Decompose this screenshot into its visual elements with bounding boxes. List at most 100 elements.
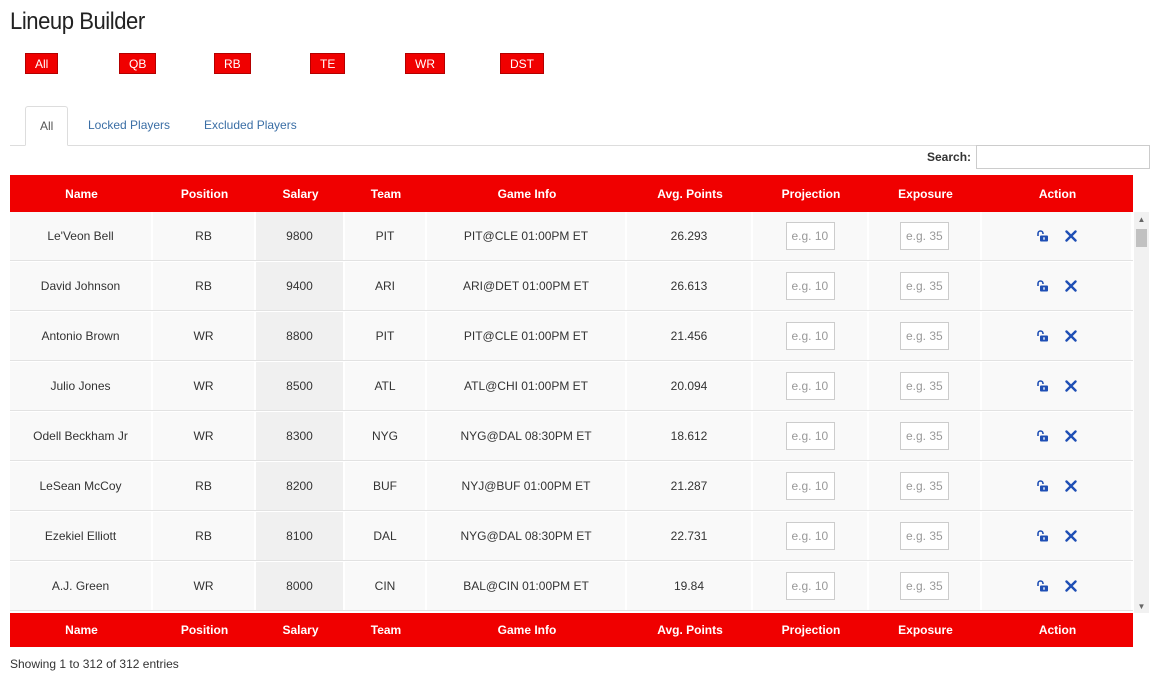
exposure-cell xyxy=(869,462,982,510)
scroll-down-arrow-icon[interactable]: ▼ xyxy=(1134,599,1149,613)
column-header-action[interactable]: Action xyxy=(982,175,1133,212)
column-footer-position[interactable]: Position xyxy=(153,613,256,647)
column-footer-name[interactable]: Name xyxy=(10,613,153,647)
filter-wr-button[interactable]: WR xyxy=(405,53,445,74)
column-header-game-info[interactable]: Game Info xyxy=(427,175,627,212)
lock-icon[interactable] xyxy=(1036,330,1049,342)
exclude-x-icon[interactable] xyxy=(1065,530,1077,542)
exposure-cell xyxy=(869,512,982,560)
filter-te-button[interactable]: TE xyxy=(310,53,346,74)
column-footer-action[interactable]: Action xyxy=(982,613,1133,647)
lock-icon[interactable] xyxy=(1036,380,1049,392)
team-cell: PIT xyxy=(345,312,427,360)
projection-cell xyxy=(753,312,869,360)
lock-icon[interactable] xyxy=(1036,580,1049,592)
action-cell xyxy=(982,412,1133,460)
name-cell: A.J. Green xyxy=(10,562,153,610)
column-header-team[interactable]: Team xyxy=(345,175,427,212)
scroll-thumb[interactable] xyxy=(1136,229,1147,247)
salary-cell: 8500 xyxy=(256,362,345,410)
exposure-input[interactable] xyxy=(900,372,949,400)
avg-cell: 21.287 xyxy=(627,462,753,510)
projection-cell xyxy=(753,212,869,260)
exposure-input[interactable] xyxy=(900,572,949,600)
exposure-input[interactable] xyxy=(900,222,949,250)
salary-cell: 9800 xyxy=(256,212,345,260)
projection-cell xyxy=(753,362,869,410)
projection-input[interactable] xyxy=(785,322,835,350)
team-cell: ATL xyxy=(345,362,427,410)
column-header-name[interactable]: Name xyxy=(10,175,153,212)
exposure-cell xyxy=(869,212,982,260)
table-row: LeSean McCoy RB 8200 BUF NYJ@BUF 01:00PM ET 2… xyxy=(10,462,1133,511)
tab-excluded-players[interactable]: Excluded Players xyxy=(190,106,311,145)
exclude-x-icon[interactable] xyxy=(1065,430,1077,442)
entries-info: Showing 1 to 312 of 312 entries xyxy=(10,657,179,671)
position-cell: RB xyxy=(153,262,256,310)
lock-icon[interactable] xyxy=(1036,530,1049,542)
action-cell xyxy=(982,262,1133,310)
filter-dst-button[interactable]: DST xyxy=(500,53,544,74)
team-cell: NYG xyxy=(345,412,427,460)
salary-cell: 8100 xyxy=(256,512,345,560)
lock-icon[interactable] xyxy=(1036,280,1049,292)
projection-input[interactable] xyxy=(785,222,835,250)
lock-icon[interactable] xyxy=(1036,480,1049,492)
position-cell: RB xyxy=(153,212,256,260)
column-footer-salary[interactable]: Salary xyxy=(256,613,345,647)
projection-input[interactable] xyxy=(785,472,835,500)
column-footer-exposure[interactable]: Exposure xyxy=(869,613,982,647)
action-cell xyxy=(982,362,1133,410)
projection-input[interactable] xyxy=(785,372,835,400)
scroll-up-arrow-icon[interactable]: ▲ xyxy=(1134,212,1149,226)
exclude-x-icon[interactable] xyxy=(1065,580,1077,592)
filter-qb-button[interactable]: QB xyxy=(119,53,157,74)
tab-all[interactable]: All xyxy=(25,106,69,146)
avg-cell: 20.094 xyxy=(627,362,753,410)
position-cell: RB xyxy=(153,462,256,510)
exposure-input[interactable] xyxy=(900,522,949,550)
avg-cell: 26.613 xyxy=(627,262,753,310)
team-cell: BUF xyxy=(345,462,427,510)
table-row: Ezekiel Elliott RB 8100 DAL NYG@DAL 08:30PM … xyxy=(10,512,1133,561)
table-scrollbar[interactable]: ▲ ▼ xyxy=(1134,212,1149,613)
exposure-input[interactable] xyxy=(900,422,949,450)
action-cell xyxy=(982,312,1133,360)
projection-input[interactable] xyxy=(785,272,835,300)
salary-cell: 9400 xyxy=(256,262,345,310)
exposure-input[interactable] xyxy=(900,472,949,500)
salary-cell: 8200 xyxy=(256,462,345,510)
projection-input[interactable] xyxy=(785,572,835,600)
exposure-input[interactable] xyxy=(900,322,949,350)
exclude-x-icon[interactable] xyxy=(1065,280,1077,292)
exclude-x-icon[interactable] xyxy=(1065,380,1077,392)
column-header-salary[interactable]: Salary xyxy=(256,175,345,212)
table-row: Odell Beckham Jr WR 8300 NYG NYG@DAL 08:30PM… xyxy=(10,412,1133,461)
exclude-x-icon[interactable] xyxy=(1065,330,1077,342)
column-footer-team[interactable]: Team xyxy=(345,613,427,647)
game-cell: PIT@CLE 01:00PM ET xyxy=(427,212,627,260)
action-cell xyxy=(982,462,1133,510)
projection-cell xyxy=(753,562,869,610)
exclude-x-icon[interactable] xyxy=(1065,480,1077,492)
salary-cell: 8800 xyxy=(256,312,345,360)
filter-all-button[interactable]: All xyxy=(25,53,59,74)
lock-icon[interactable] xyxy=(1036,430,1049,442)
action-cell xyxy=(982,212,1133,260)
column-header-exposure[interactable]: Exposure xyxy=(869,175,982,212)
exposure-input[interactable] xyxy=(900,272,949,300)
projection-input[interactable] xyxy=(785,422,835,450)
lock-icon[interactable] xyxy=(1036,230,1049,242)
column-footer-avg-points[interactable]: Avg. Points xyxy=(627,613,753,647)
column-header-projection[interactable]: Projection xyxy=(753,175,869,212)
exclude-x-icon[interactable] xyxy=(1065,230,1077,242)
column-footer-projection[interactable]: Projection xyxy=(753,613,869,647)
search-input[interactable] xyxy=(976,145,1150,169)
tab-locked-players[interactable]: Locked Players xyxy=(74,106,184,145)
column-header-position[interactable]: Position xyxy=(153,175,256,212)
column-footer-game-info[interactable]: Game Info xyxy=(427,613,627,647)
column-header-avg-points[interactable]: Avg. Points xyxy=(627,175,753,212)
table-header: Name Position Salary Team Game Info Avg. Poin… xyxy=(10,175,1133,212)
filter-rb-button[interactable]: RB xyxy=(214,53,251,74)
projection-input[interactable] xyxy=(785,522,835,550)
